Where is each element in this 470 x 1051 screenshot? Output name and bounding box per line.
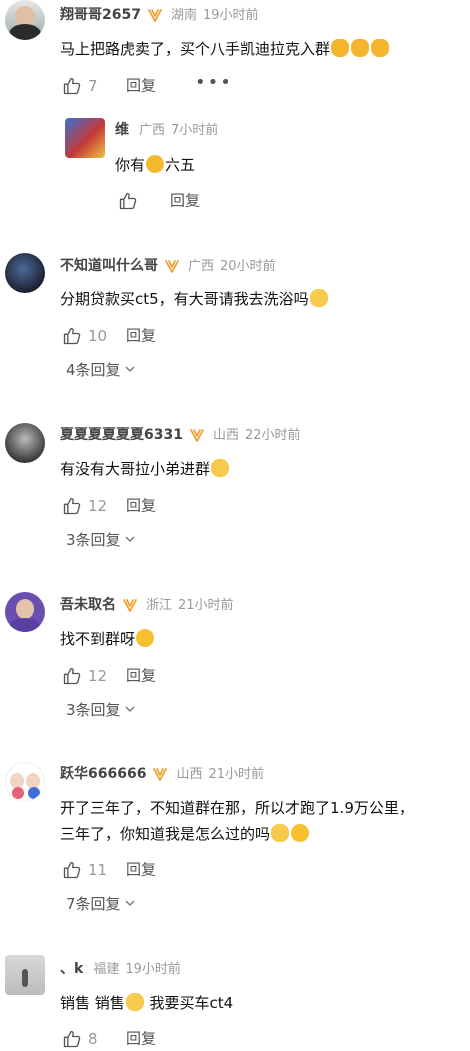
timestamp: 20小时前 (220, 259, 276, 274)
avatar[interactable] (5, 592, 45, 632)
reply-text: 你有 六五 (115, 155, 196, 174)
username[interactable]: 跃华666666 (60, 766, 146, 782)
cat-emoji-icon (211, 459, 230, 477)
v-badge-icon (189, 427, 205, 443)
reply-button[interactable]: 回复 (126, 497, 156, 515)
comment-text: 销售 销售 我要买车ct4 (60, 993, 234, 1012)
avatar[interactable] (5, 762, 45, 802)
fist-emoji-icon (331, 39, 350, 57)
location: 广西 (188, 259, 215, 274)
reply-button[interactable]: 回复 (126, 77, 156, 95)
username[interactable]: 不知道叫什么哥 (60, 258, 158, 274)
chevron-down-icon (124, 533, 136, 545)
like-count: 11 (88, 860, 108, 879)
v-badge-icon (164, 258, 180, 274)
laugh-cry-emoji-icon (136, 629, 155, 647)
like-count: 12 (88, 666, 108, 685)
comment-text: 马上把路虎卖了，买个八手凯迪拉克入群 (60, 36, 390, 63)
reply-button[interactable]: 回复 (170, 192, 200, 210)
timestamp: 7小时前 (171, 123, 219, 138)
avatar[interactable] (65, 118, 105, 158)
fist-emoji-icon (371, 39, 390, 57)
thumbs-up-icon[interactable] (62, 1029, 82, 1049)
more-options-button[interactable]: ••• (195, 72, 233, 93)
location: 浙江 (146, 598, 173, 613)
username[interactable]: 夏夏夏夏夏夏6331 (60, 427, 183, 443)
laugh-cry-emoji-icon (291, 824, 310, 842)
fist-emoji-icon (351, 39, 370, 57)
avatar[interactable] (5, 0, 45, 40)
avatar[interactable] (5, 423, 45, 463)
timestamp: 19小时前 (202, 8, 259, 23)
like-count: 10 (88, 326, 108, 345)
comment-text: 有没有大哥拉小弟进群 (60, 456, 230, 483)
location: 广西 (139, 123, 166, 138)
location: 福建 (93, 962, 120, 977)
like-count: 7 (88, 76, 98, 95)
view-replies-button[interactable]: 3条回复 (66, 529, 136, 550)
username[interactable]: 翔哥哥2657 (60, 7, 141, 23)
username[interactable]: 维 (115, 122, 129, 138)
reply-button[interactable]: 回复 (126, 667, 156, 685)
thumbs-up-icon[interactable] (118, 191, 138, 211)
like-count: 8 (88, 1029, 98, 1048)
cat-emoji-icon (271, 824, 290, 842)
reply-button[interactable]: 回复 (126, 327, 156, 345)
location: 湖南 (170, 8, 197, 23)
thumbs-up-icon[interactable] (62, 76, 82, 96)
timestamp: 21小时前 (208, 767, 265, 782)
timestamp: 21小时前 (178, 598, 234, 613)
chevron-down-icon (124, 703, 136, 715)
view-replies-button[interactable]: 3条回复 (66, 699, 136, 720)
comment-text: 分期贷款买ct5，有大哥请我去洗浴吗 (60, 286, 329, 313)
timestamp: 22小时前 (244, 428, 301, 443)
comment-text: 开了三年了，不知道群在那，所以才跑了1.9万公里， (60, 799, 414, 817)
cat-emoji-icon (309, 289, 328, 307)
thumbs-up-icon[interactable] (62, 666, 82, 686)
like-count: 12 (88, 496, 108, 515)
location: 山西 (176, 767, 203, 782)
chevron-down-icon (124, 897, 136, 909)
thumbs-up-icon[interactable] (62, 326, 82, 346)
v-badge-icon (122, 597, 138, 613)
cat-emoji-icon (125, 993, 144, 1011)
comment-text: 找不到群呀 (60, 626, 155, 653)
v-badge-icon (152, 766, 168, 782)
comment-text-line2: 三年了，你知道我是怎么过的吗 (60, 821, 310, 848)
avatar[interactable] (5, 253, 45, 293)
reply-button[interactable]: 回复 (126, 1030, 156, 1048)
avatar[interactable] (5, 955, 45, 995)
thumbs-up-icon[interactable] (62, 860, 82, 880)
chevron-down-icon (124, 363, 136, 375)
view-replies-button[interactable]: 7条回复 (66, 893, 136, 914)
username[interactable]: 吾未取名 (60, 597, 116, 613)
grin-emoji-icon (146, 155, 165, 173)
location: 山西 (212, 428, 239, 443)
reply-button[interactable]: 回复 (126, 861, 156, 879)
v-badge-icon (147, 7, 163, 23)
view-replies-button[interactable]: 4条回复 (66, 359, 136, 380)
timestamp: 19小时前 (125, 962, 181, 977)
thumbs-up-icon[interactable] (62, 496, 82, 516)
username[interactable]: 、k (60, 961, 83, 977)
